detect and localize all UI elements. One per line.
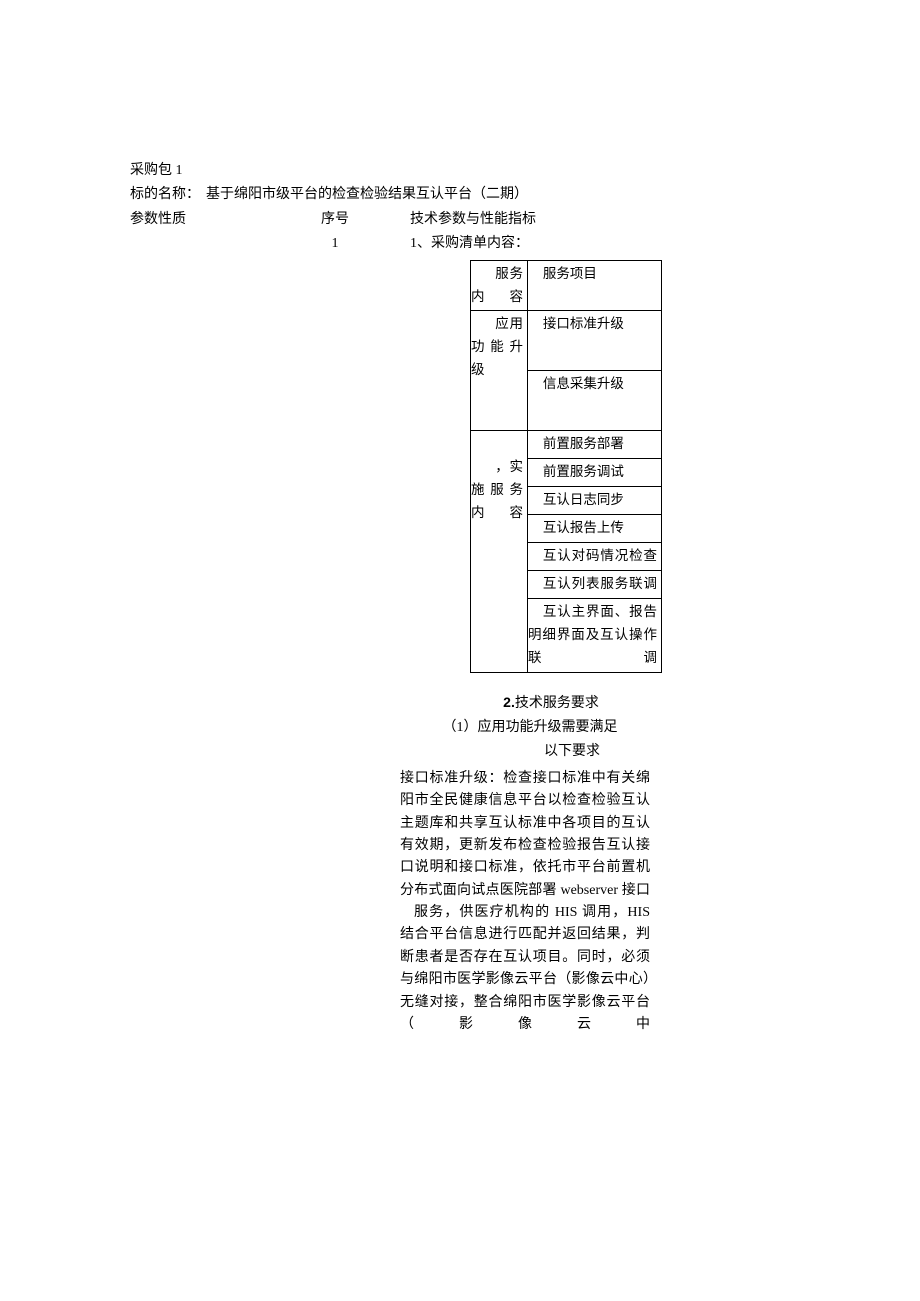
cell-impl-service: ，实施服务内容 [471,431,528,672]
table-row: 应用功能升级 接口标准升级 [471,311,662,371]
subject-value: 基于绵阳市级平台的检查检验结果互认平台（二期） [206,184,528,206]
cell-impl-item: 互认主界面、报告明细界面及互认操作联调 [528,598,662,672]
cell-impl-item: 前置服务调试 [528,459,662,487]
requirements-block: 2.技术服务要求 （1）应用功能升级需要满足 以下要求 接口标准升级：检查接口标… [400,691,660,1037]
cell-impl-item: 互认报告上传 [528,514,662,542]
table-row: ，实施服务内容 前置服务部署 [471,431,662,459]
cell-interface-upgrade: 接口标准升级 [528,311,662,371]
body-text-1: 接口标准升级：检查接口标准中有关绵阳市全民健康信息平台以检查检验互认主题库和共享… [400,768,650,902]
cell-service-item: 服务项目 [528,260,662,311]
cell-impl-item: 互认日志同步 [528,487,662,515]
procurement-table: 服务内容 服务项目 应用功能升级 接口标准升级 信息采集升级 ，实施服务内容 前… [470,260,662,673]
seq-value: 1 [260,233,410,255]
cell-impl-item: 互认对码情况检查 [528,542,662,570]
header-param: 参数性质 [130,209,260,231]
header-seq: 序号 [260,209,410,231]
req-sub1: （1）应用功能升级需要满足 [400,717,660,739]
req-sub2: 以下要求 [400,741,660,763]
cell-impl-item: 互认列表服务联调 [528,570,662,598]
header-tech: 技术参数与性能指标 [410,209,800,231]
req-title: 2.技术服务要求 [400,691,660,715]
list-intro: 1、采购清单内容： [410,233,800,255]
table-row: 服务内容 服务项目 [471,260,662,311]
cell-info-upgrade: 信息采集升级 [528,371,662,431]
subject-label: 标的名称： [130,184,200,206]
cell-impl-item: 前置服务部署 [528,431,662,459]
cell-app-upgrade: 应用功能升级 [471,311,528,431]
body-text-2: 服务，供医疗机构的 HIS 调用，HIS 结合平台信息进行匹配并返回结果，判断患… [400,902,650,1036]
cell-service-content: 服务内容 [471,260,528,311]
package-label: 采购包 1 [130,160,183,182]
